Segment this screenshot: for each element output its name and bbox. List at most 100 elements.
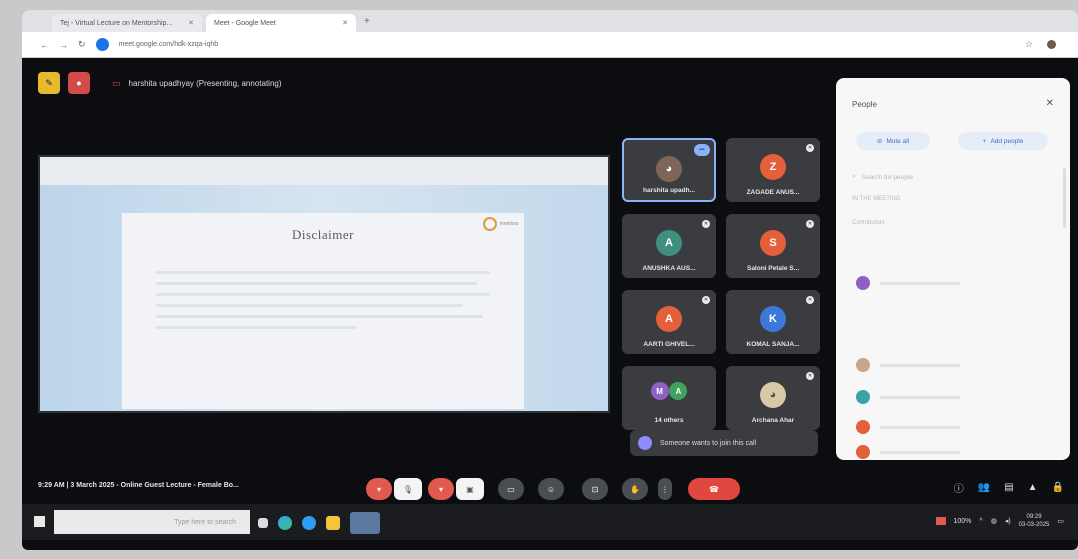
forward-icon[interactable]: → [59, 40, 68, 50]
more-options-icon[interactable]: ⋮ [658, 478, 672, 500]
task-view-icon[interactable] [258, 518, 268, 528]
address-bar: ← → ↻ meet.google.com/hdk-xzqa-iqhb ☆ [22, 32, 1078, 58]
browser-tab-active[interactable]: Meet - Google Meet ✕ [206, 14, 356, 32]
info-icon[interactable]: ⓘ [954, 480, 964, 495]
chat-icon[interactable]: ▤ [1004, 482, 1013, 493]
avatar [856, 420, 870, 434]
participant-row[interactable] [856, 445, 1054, 459]
participant-tile-others[interactable]: M A 14 others [622, 366, 716, 430]
participant-row[interactable] [856, 356, 1054, 374]
participant-name: 14 others [654, 417, 684, 424]
taskbar-search-input[interactable]: Type here to search [54, 510, 250, 534]
participant-tile[interactable]: ••• ◕ harshita upadh... [622, 138, 716, 202]
edge-icon[interactable] [278, 516, 292, 530]
close-tab-icon[interactable]: ✕ [342, 19, 348, 27]
add-people-button[interactable]: + Add people [958, 132, 1048, 150]
meeting-info: 9:29 AM | 3 March 2025 - Online Guest Le… [38, 482, 239, 489]
windows-start-icon[interactable] [34, 516, 45, 527]
join-request-notification[interactable]: Someone wants to join this call [630, 430, 818, 456]
participant-name: Saloni Petale S... [746, 265, 800, 272]
mute-all-label: Mute all [886, 137, 910, 145]
logo-text: mentora [499, 221, 518, 227]
network-icon[interactable]: ◍ [991, 517, 997, 525]
meet-side-controls: ⓘ 👥 ▤ ▲ 🔒 [954, 480, 1064, 495]
profile-avatar[interactable] [1047, 40, 1056, 49]
avatar: A [656, 230, 682, 256]
participant-tile[interactable]: ✕ Z ZAGADE ANUS... [726, 138, 820, 202]
notifications-icon[interactable]: ▭ [1057, 517, 1064, 525]
mic-off-icon: ✕ [806, 144, 814, 152]
close-tab-icon[interactable]: ✕ [188, 19, 194, 27]
file-explorer-icon[interactable] [326, 516, 340, 530]
participant-row[interactable] [856, 418, 1054, 436]
mic-off-icon: ✕ [806, 296, 814, 304]
people-search-input[interactable]: ⌕ Search for people [852, 168, 1052, 186]
url-field[interactable]: meet.google.com/hdk-xzqa-iqhb [119, 41, 219, 48]
avatar [856, 358, 870, 372]
activities-icon[interactable]: ▲ [1028, 482, 1038, 493]
avatar [856, 276, 870, 290]
clock-time: 09:29 [1026, 514, 1042, 520]
windows-taskbar: Type here to search 100% ^ ◍ ◂) 09:29 03… [22, 504, 1078, 540]
site-info-icon[interactable] [95, 38, 109, 51]
people-icon[interactable]: 👥 [978, 482, 990, 493]
participant-row[interactable] [856, 388, 1054, 406]
panel-title: People [852, 100, 877, 109]
avatar: M [650, 382, 669, 400]
add-person-icon: + [982, 137, 987, 145]
person-icon [638, 436, 652, 450]
close-icon[interactable]: ✕ [1046, 98, 1054, 109]
participant-tile[interactable]: ✕ ◕ Archana Ahar [726, 366, 820, 430]
chrome-icon[interactable] [302, 516, 316, 530]
participant-name: AARTI GHIVEL... [643, 341, 695, 348]
avatar: Z [760, 154, 786, 180]
active-window-thumbnail[interactable] [350, 512, 380, 534]
scrollbar[interactable] [1063, 168, 1066, 228]
camera-toggle-button[interactable]: ▣ [456, 478, 484, 500]
star-icon[interactable]: ☆ [1025, 39, 1033, 50]
participant-tile[interactable]: ✕ A ANUSHKA AUS... [622, 214, 716, 278]
slide-canvas: Disclaimer mentora [40, 185, 608, 411]
add-people-label: Add people [990, 137, 1024, 145]
taskbar-search-placeholder: Type here to search [174, 518, 236, 526]
participant-row[interactable] [856, 274, 1054, 292]
avatar: ◕ [760, 382, 786, 408]
avatar [856, 445, 870, 459]
stop-presenting-icon[interactable]: ● [68, 72, 90, 94]
volume-icon[interactable]: ◂) [1005, 517, 1011, 525]
slide-logo: mentora [482, 217, 518, 231]
participant-name: Archana Ahar [751, 417, 795, 424]
host-controls-icon[interactable]: 🔒 [1052, 482, 1064, 493]
emoji-reaction-icon[interactable]: ☺ [538, 478, 564, 500]
presenter-status: ▭ harshita upadhyay (Presenting, annotat… [112, 78, 282, 89]
participant-name: KOMAL SANJA... [746, 341, 800, 348]
end-call-button[interactable]: ☎ [688, 478, 740, 500]
new-tab-icon[interactable]: + [364, 16, 370, 27]
slide-text-block [156, 271, 490, 337]
presenting-icon: ▭ [112, 77, 121, 88]
battery-level: 100% [953, 517, 972, 525]
captions-icon[interactable]: ▭ [498, 478, 524, 500]
camera-options-icon[interactable]: ▾ [428, 478, 454, 500]
present-screen-icon[interactable]: ⊡ [582, 478, 608, 500]
avatar: S [760, 230, 786, 256]
participant-tile[interactable]: ✕ A AARTI GHIVEL... [622, 290, 716, 354]
participant-tile[interactable]: ✕ S Saloni Petale S... [726, 214, 820, 278]
logo-icon [482, 217, 497, 231]
participant-tile[interactable]: ✕ K KOMAL SANJA... [726, 290, 820, 354]
raise-hand-icon[interactable]: ✋ [622, 478, 648, 500]
clock[interactable]: 09:29 03-03-2025 [1019, 513, 1050, 529]
mic-off-icon: ✕ [702, 220, 710, 228]
pen-annotation-icon[interactable]: ✎ [38, 72, 60, 94]
battery-warning-icon [935, 517, 946, 525]
reload-icon[interactable]: ↻ [78, 39, 86, 50]
mic-off-icon[interactable]: ▾ [366, 478, 392, 500]
mute-all-button[interactable]: ⊘ Mute all [856, 132, 930, 150]
clock-date: 03-03-2025 [1018, 522, 1050, 528]
microphone-toggle-button[interactable]: 🎙 [394, 478, 422, 500]
chevron-up-icon[interactable]: ^ [979, 518, 982, 525]
taskbar-apps [258, 512, 380, 534]
back-icon[interactable]: ← [40, 40, 49, 50]
browser-tab[interactable]: Tej - Virtual Lecture on Mentorship... ✕ [52, 14, 202, 32]
tab-label: Tej - Virtual Lecture on Mentorship... [60, 19, 173, 27]
